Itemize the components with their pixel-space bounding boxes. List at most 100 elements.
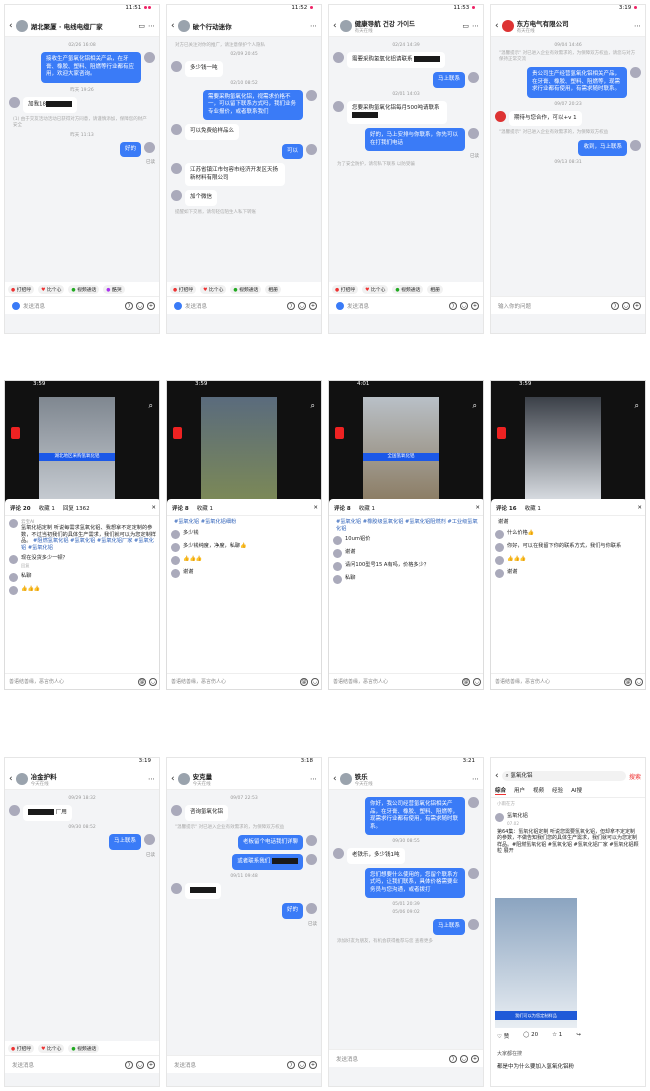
tab-favorites[interactable]: 收藏 1 [39,504,55,512]
back-icon[interactable]: ‹ [333,21,337,31]
message-bubble[interactable]: 好的，马上安排与你联系，你先可以在打我们电话 [365,128,465,151]
more-icon[interactable]: ⋯ [310,775,317,783]
message-bubble[interactable]: 加个微信 [185,190,218,206]
share-icon[interactable]: ↪ [576,1032,581,1040]
avatar[interactable] [177,772,190,785]
message-bubble[interactable]: 马上联系 [108,834,141,850]
emoji-icon[interactable]: ◡ [635,677,643,686]
message-bubble[interactable]: 老板留个电话我们详聊 [237,834,303,850]
message-bubble[interactable]: 可以免费给样品么 [185,124,240,140]
message-bubble[interactable]: 接收生产氢氧化铝相关产品，在牙膏、橡胶、塑料、阻燃等行业都有应用，欢迎大家咨询。 [41,52,141,83]
message-bubble[interactable]: 您们想要什么使用的，您留个联系方式吗，让我们联系，具体价格需要业务员与您沟通，或… [365,867,465,898]
tab-favorites[interactable]: 收藏 1 [197,504,213,512]
at-icon[interactable]: @ [300,677,308,686]
back-icon[interactable]: ‹ [9,774,13,784]
plus-icon[interactable]: + [147,301,155,310]
star-button[interactable]: ☆ 1 [552,1032,562,1040]
suggestion-item[interactable]: 都是中为什么要加入氢氧化铝粉 [497,1062,574,1070]
red-packet-icon[interactable] [335,427,344,439]
at-icon[interactable]: @ [138,677,146,686]
plus-icon[interactable]: + [633,301,641,310]
message-bubble[interactable]: 您要采购氢氧化铝每月500吨请联系 [347,100,447,124]
tab-comments[interactable]: 评论 8 [172,504,189,512]
quick-heart[interactable]: ♥ 比个心 [38,284,65,294]
avatar[interactable] [339,19,352,32]
avatar[interactable] [15,772,28,785]
comment-input[interactable]: 善语结善缘，恶言伤人心 [333,678,459,685]
camera-icon[interactable] [12,301,20,310]
close-icon[interactable]: ✕ [151,505,156,511]
voice-icon[interactable]: ) [449,301,457,310]
tab-comments[interactable]: 评论 8 [334,504,351,512]
quick-hello[interactable]: ● 打招呼 [8,284,35,294]
emoji-icon[interactable]: ◡ [473,677,481,686]
more-icon[interactable]: ⋯ [472,22,479,30]
message-input[interactable]: 发送消息 [336,1055,446,1063]
search-input[interactable]: ⌕ 氢氧化铝 [501,771,626,781]
quick-hello[interactable]: ● 打招呼 [170,284,197,294]
back-icon[interactable]: ‹ [9,21,13,31]
message-bubble[interactable]: 马上联系 [432,72,465,88]
quick-album[interactable]: 相册 [265,284,281,294]
video-thumbnail[interactable] [39,397,115,505]
quick-heart[interactable]: ♥ 比个心 [200,284,227,294]
voice-icon[interactable]: ) [449,1054,457,1063]
quick-video-call[interactable]: ● 视频通话 [68,284,100,294]
more-icon[interactable]: ⋯ [310,22,317,30]
plus-icon[interactable]: + [309,1060,317,1069]
comment-input[interactable]: 善语结善缘，恶言伤人心 [171,678,297,685]
message-bubble[interactable]: 需要采购氢氧化铝，视需求价格不一，可以留下联系方式吗，我们业务专业报价，或者联系… [203,89,303,120]
message-bubble[interactable] [185,883,221,899]
more-icon[interactable]: ⋯ [148,775,155,783]
close-icon[interactable]: ✕ [637,505,642,511]
search-icon[interactable]: ⌕ [473,401,477,411]
message-input[interactable]: 发送消息 [174,1061,284,1069]
emoji-icon[interactable]: ◡ [136,301,144,310]
back-icon[interactable]: ‹ [495,21,499,31]
tab-replies[interactable]: 回复 1362 [63,504,90,512]
video-thumbnail[interactable] [201,397,277,505]
message-bubble[interactable]: 好的 [119,141,141,157]
message-input[interactable]: 发送消息 [23,302,122,310]
quick-hello[interactable]: ● 打招呼 [332,284,359,294]
tab-videos[interactable]: 视频 [533,786,544,795]
tab-favorites[interactable]: 收藏 1 [525,504,541,512]
message-bubble[interactable]: 多少钱一吨 [185,61,223,77]
tab-all[interactable]: 综合 [495,786,507,795]
message-bubble[interactable]: 咨询氢氧化铝 [185,805,229,821]
message-bubble[interactable]: 贵公司生产经营氢氧化铝相关产品，在牙膏、橡胶、塑料、阻燃等，现需求行业都有使用，… [527,67,627,98]
video-thumbnail[interactable] [363,397,439,505]
voice-icon[interactable]: ) [611,301,619,310]
red-packet-icon[interactable] [497,427,506,439]
search-icon[interactable]: ⌕ [149,401,153,411]
at-icon[interactable]: @ [624,677,632,686]
comment-input[interactable]: 善语结善缘，恶言伤人心 [9,678,135,685]
message-bubble[interactable]: 好的 [281,903,303,919]
more-icon[interactable]: ⋯ [634,22,641,30]
comment-input[interactable]: 善语结善缘，恶言伤人心 [495,678,621,685]
tab-users[interactable]: 用户 [514,786,525,795]
quick-heart[interactable]: ♥ 比个心 [362,284,389,294]
quick-hello[interactable]: ● 打招呼 [8,1043,35,1053]
plus-icon[interactable]: + [471,301,479,310]
emoji-icon[interactable]: ◡ [460,1054,468,1063]
video-icon[interactable]: ▭ [462,22,469,30]
avatar[interactable] [177,19,190,32]
message-bubble[interactable]: 或者联系我们 [232,854,303,870]
more-icon[interactable]: ⋯ [472,775,479,783]
company-logo[interactable] [501,19,514,32]
search-button[interactable]: 搜索 [629,772,641,781]
quick-album[interactable]: 相册 [427,284,443,294]
emoji-icon[interactable]: ◡ [149,677,157,686]
red-packet-icon[interactable] [173,427,182,439]
emoji-icon[interactable]: ◡ [622,301,630,310]
back-icon[interactable]: ‹ [171,21,175,31]
search-icon[interactable]: ⌕ [311,401,315,411]
quick-video-call[interactable]: ● 视频通话 [392,284,424,294]
message-input[interactable]: 发送消息 [185,302,284,310]
plus-icon[interactable]: + [147,1060,155,1069]
plus-icon[interactable]: + [471,1054,479,1063]
reply-link[interactable]: 回复 [21,563,157,569]
message-bubble[interactable]: 期待与您合作，可以+v 1 [509,110,582,126]
quick-heart[interactable]: ♥ 比个心 [38,1043,65,1053]
